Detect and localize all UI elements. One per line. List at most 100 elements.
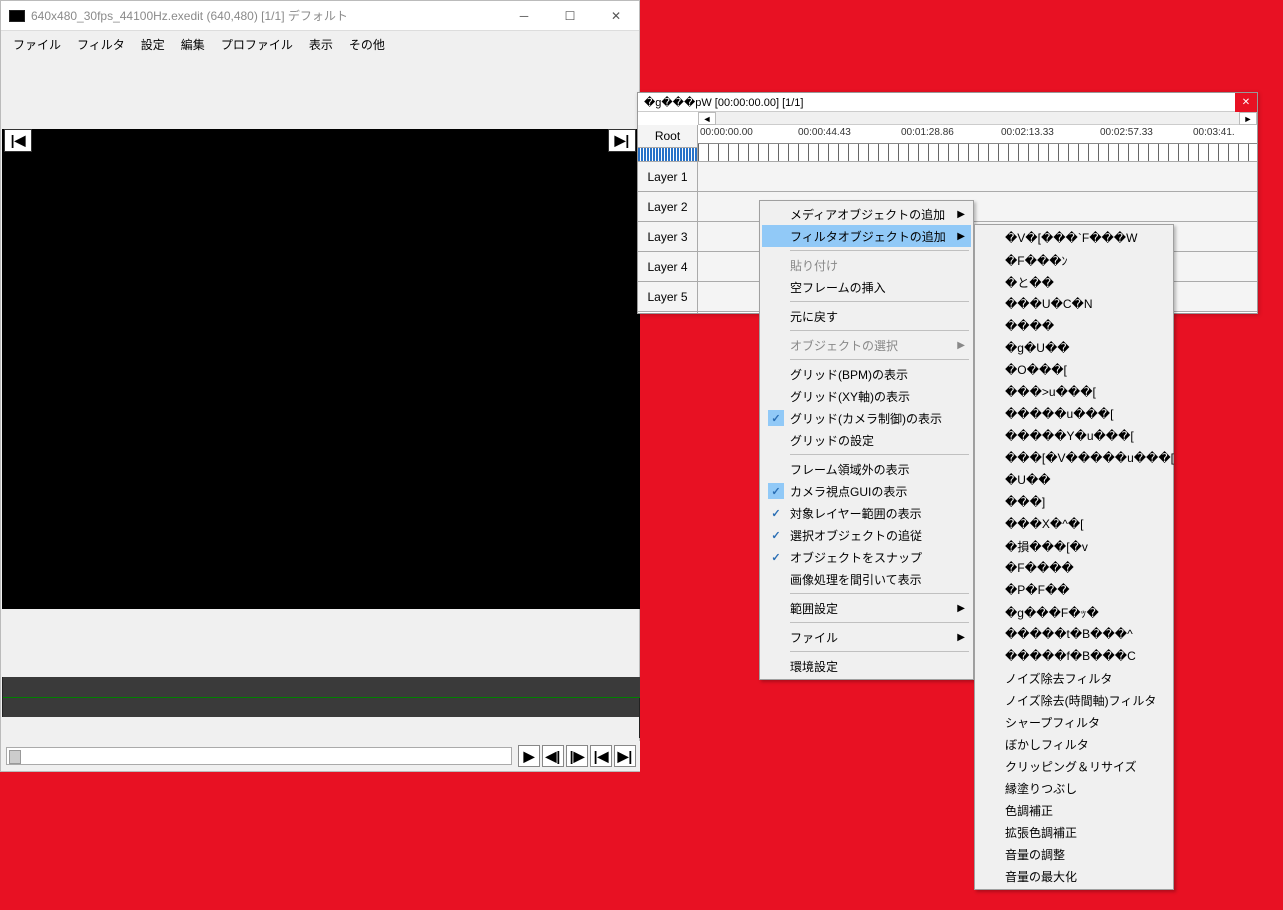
menu-filter[interactable]: フィルタ xyxy=(69,32,133,57)
timeline-hscroll[interactable]: ◄ ► xyxy=(698,112,1257,125)
submenu-item[interactable]: ���] xyxy=(977,491,1171,513)
submenu-item[interactable]: �と�� xyxy=(977,271,1171,293)
menu-file[interactable]: ファイル xyxy=(5,32,69,57)
ruler-tick: 00:00:00.00 xyxy=(700,127,753,138)
context-item[interactable]: 範囲設定▶ xyxy=(762,597,971,619)
context-item[interactable]: ✓グリッド(カメラ制御)の表示 xyxy=(762,407,971,429)
layer-label[interactable]: Layer 2 xyxy=(638,192,697,222)
submenu-item[interactable]: 色調補正 xyxy=(977,799,1171,821)
submenu-item[interactable]: 縁塗りつぶし xyxy=(977,777,1171,799)
submenu-item[interactable]: ノイズ除去(時間軸)フィルタ xyxy=(977,689,1171,711)
submenu-item[interactable]: �V�[���`F���W xyxy=(977,227,1171,249)
jump-end-button[interactable]: ▶| xyxy=(614,745,636,767)
submenu-item[interactable]: �F���ﾝ xyxy=(977,249,1171,271)
context-label: オブジェクトをスナップ xyxy=(790,549,922,566)
timeline-titlebar[interactable]: �g���pW [00:00:00.00] [1/1] ✕ xyxy=(638,93,1257,112)
layer-label[interactable]: Layer 5 xyxy=(638,282,697,312)
context-item[interactable]: 空フレームの挿入 xyxy=(762,276,971,298)
context-label: 画像処理を間引いて表示 xyxy=(790,571,922,588)
timeline-title: �g���pW [00:00:00.00] [1/1] xyxy=(644,96,803,109)
scroll-right-icon[interactable]: ► xyxy=(1239,112,1257,125)
maximize-button[interactable]: ☐ xyxy=(547,1,593,31)
menu-view[interactable]: 表示 xyxy=(301,32,341,57)
root-button[interactable]: Root xyxy=(638,125,697,148)
preview-area[interactable] xyxy=(2,129,640,609)
submenu-item[interactable]: 音量の最大化 xyxy=(977,865,1171,887)
menu-other[interactable]: その他 xyxy=(341,32,393,57)
context-item[interactable]: ✓対象レイヤー範囲の表示 xyxy=(762,502,971,524)
scroll-left-icon[interactable]: ◄ xyxy=(698,112,716,125)
context-label: グリッドの設定 xyxy=(790,432,874,449)
titlebar[interactable]: 640x480_30fps_44100Hz.exedit (640,480) [… xyxy=(1,1,639,31)
context-label: グリッド(BPM)の表示 xyxy=(790,366,908,383)
context-item[interactable]: グリッド(BPM)の表示 xyxy=(762,363,971,385)
context-item[interactable]: 元に戻す xyxy=(762,305,971,327)
submenu-item[interactable]: �P�F�� xyxy=(977,579,1171,601)
context-item[interactable]: メディアオブジェクトの追加▶ xyxy=(762,203,971,225)
submenu-item[interactable]: クリッピング＆リサイズ xyxy=(977,755,1171,777)
submenu-item[interactable]: ���U�C�N xyxy=(977,293,1171,315)
submenu-item[interactable]: ぼかしフィルタ xyxy=(977,733,1171,755)
context-item[interactable]: ✓選択オブジェクトの追従 xyxy=(762,524,971,546)
submenu-item[interactable]: �����t�B���^ xyxy=(977,623,1171,645)
goto-start-button[interactable]: |◀ xyxy=(4,129,32,152)
submenu-item[interactable]: 音量の調整 xyxy=(977,843,1171,865)
step-back-button[interactable]: ◀| xyxy=(542,745,564,767)
waveform[interactable] xyxy=(2,677,640,717)
main-window: 640x480_30fps_44100Hz.exedit (640,480) [… xyxy=(0,0,640,772)
submenu-item[interactable]: ノイズ除去フィルタ xyxy=(977,667,1171,689)
context-item[interactable]: ✓カメラ視点GUIの表示 xyxy=(762,480,971,502)
layer-label[interactable]: Layer 3 xyxy=(638,222,697,252)
step-fwd-button[interactable]: |▶ xyxy=(566,745,588,767)
context-label: 元に戻す xyxy=(790,308,838,325)
context-item[interactable]: ファイル▶ xyxy=(762,626,971,648)
context-item[interactable]: ✓ オブジェクトをスナップ xyxy=(762,546,971,568)
context-item: オブジェクトの選択▶ xyxy=(762,334,971,356)
submenu-item[interactable]: �����Y�u���[ xyxy=(977,425,1171,447)
app-icon xyxy=(9,10,25,22)
layer-label[interactable]: Layer 4 xyxy=(638,252,697,282)
context-label: フレーム領域外の表示 xyxy=(790,461,910,478)
context-item[interactable]: フィルタオブジェクトの追加▶ xyxy=(762,225,971,247)
timeline-close-button[interactable]: ✕ xyxy=(1235,93,1257,112)
submenu-item[interactable]: �損���[�v xyxy=(977,535,1171,557)
submenu-item[interactable]: �O���[ xyxy=(977,359,1171,381)
jump-start-button[interactable]: |◀ xyxy=(590,745,612,767)
context-item[interactable]: 画像処理を間引いて表示 xyxy=(762,568,971,590)
context-item[interactable]: フレーム領域外の表示 xyxy=(762,458,971,480)
menu-settings[interactable]: 設定 xyxy=(133,32,173,57)
context-item[interactable]: 環境設定 xyxy=(762,655,971,677)
context-label: 環境設定 xyxy=(790,658,838,675)
context-item: 貼り付け xyxy=(762,254,971,276)
submenu-item[interactable]: �g���F�ｯ� xyxy=(977,601,1171,623)
menu-edit[interactable]: 編集 xyxy=(173,32,213,57)
submenu-arrow-icon: ▶ xyxy=(957,231,965,242)
submenu-item[interactable]: ���� xyxy=(977,315,1171,337)
goto-end-button[interactable]: ▶| xyxy=(608,129,636,152)
submenu-item[interactable]: �����u���[ xyxy=(977,403,1171,425)
submenu-item[interactable]: �g�U�� xyxy=(977,337,1171,359)
context-item[interactable]: グリッドの設定 xyxy=(762,429,971,451)
submenu-item[interactable]: ���>u���[ xyxy=(977,381,1171,403)
submenu-item[interactable]: �F���� xyxy=(977,557,1171,579)
submenu-item[interactable]: ���[�V�����u���[ xyxy=(977,447,1171,469)
zoom-indicator[interactable] xyxy=(638,148,697,162)
submenu-item[interactable]: 拡張色調補正 xyxy=(977,821,1171,843)
menu-profile[interactable]: プロファイル xyxy=(213,32,301,57)
minimize-button[interactable]: ─ xyxy=(501,1,547,31)
track-row[interactable] xyxy=(698,162,1257,192)
layer-label[interactable]: Layer 1 xyxy=(638,162,697,192)
check-icon: ✓ xyxy=(768,527,784,543)
check-icon: ✓ xyxy=(768,549,784,565)
scrubber[interactable] xyxy=(6,747,512,765)
close-button[interactable]: ✕ xyxy=(593,1,639,31)
submenu-item[interactable]: �U�� xyxy=(977,469,1171,491)
context-label: グリッド(XY軸)の表示 xyxy=(790,388,910,405)
play-button[interactable]: ▶ xyxy=(518,745,540,767)
ruler-tick: 00:01:28.86 xyxy=(901,127,954,138)
timeline-ruler[interactable]: 00:00:00.00 00:00:44.43 00:01:28.86 00:0… xyxy=(698,125,1257,162)
submenu-item[interactable]: シャープフィルタ xyxy=(977,711,1171,733)
context-item[interactable]: グリッド(XY軸)の表示 xyxy=(762,385,971,407)
submenu-item[interactable]: ���X�^�[ xyxy=(977,513,1171,535)
submenu-item[interactable]: �����f�B���C xyxy=(977,645,1171,667)
